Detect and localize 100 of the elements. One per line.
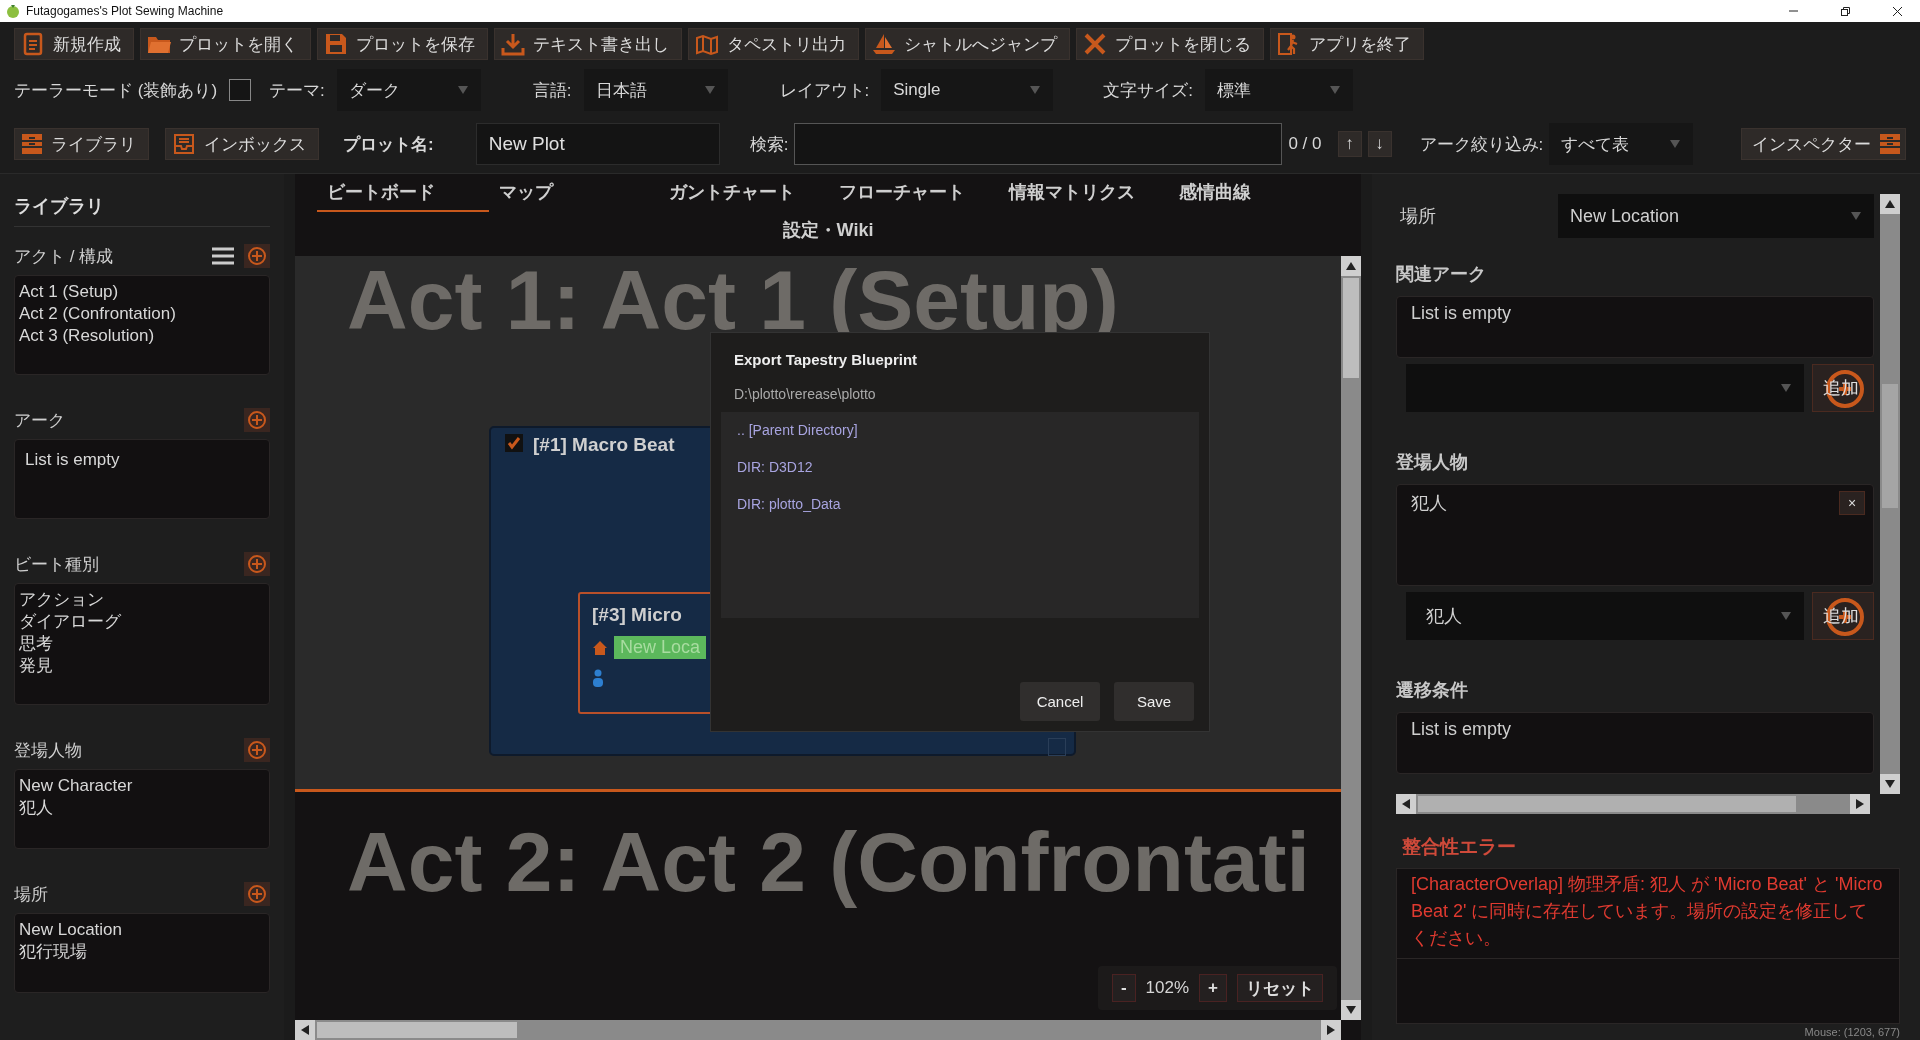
tab[interactable]: 感情曲線 [1169, 174, 1339, 212]
search-field[interactable] [794, 123, 1283, 165]
arrow-left-icon[interactable] [1402, 799, 1410, 809]
remove-button[interactable]: × [1839, 491, 1865, 515]
close-icon[interactable] [1891, 5, 1903, 17]
dropdown[interactable]: ダーク [336, 69, 481, 111]
section-label: 場所 [14, 883, 49, 906]
tab[interactable]: ガントチャート [659, 174, 829, 212]
zoom-in-button[interactable]: + [1199, 974, 1227, 1002]
list-item[interactable]: New Location [19, 919, 122, 941]
list-item[interactable]: Act 2 (Confrontation) [19, 303, 176, 325]
list-item[interactable]: Act 1 (Setup) [19, 281, 119, 303]
tab[interactable]: ビートボード [317, 174, 489, 212]
tab[interactable]: マップ [489, 174, 659, 212]
dropdown[interactable]: Single [881, 69, 1054, 111]
arc-filter-dropdown[interactable]: すべて表 [1549, 123, 1694, 165]
location-dropdown[interactable]: New Location [1558, 194, 1874, 238]
vertical-scrollbar[interactable] [1341, 256, 1361, 1020]
beat-title: [#1] Macro Beat [533, 434, 675, 456]
arrow-down-icon[interactable] [1885, 780, 1895, 788]
house-icon [592, 639, 608, 656]
map-icon [695, 32, 719, 56]
add-icon[interactable] [244, 408, 270, 432]
resize-handle[interactable] [1048, 738, 1066, 756]
list-item[interactable]: 思考 [19, 633, 53, 655]
toolbar-button[interactable]: シャトルへジャンプ [865, 28, 1070, 60]
zoom-out-button[interactable]: - [1111, 974, 1136, 1002]
toolbar-button[interactable]: テキスト書き出し [494, 28, 682, 60]
add-icon[interactable] [244, 738, 270, 762]
arrow-left-icon[interactable] [301, 1025, 309, 1035]
section-label: ビート種別 [14, 553, 100, 576]
horizontal-scrollbar[interactable] [1396, 794, 1870, 814]
scrollbar-thumb[interactable] [1343, 278, 1359, 378]
download-icon [501, 32, 525, 56]
toolbar-button[interactable]: アプリを終了 [1270, 28, 1424, 60]
section-heading: 登場人物 [1396, 451, 1469, 474]
menu-button[interactable] [210, 245, 236, 267]
toolbar-button[interactable]: プロットを保存 [317, 28, 488, 60]
list-item[interactable]: 犯行現場 [19, 941, 87, 963]
file-entry[interactable]: DIR: D3D12 [737, 459, 813, 475]
inbox-button[interactable]: インボックス [165, 128, 319, 160]
tailor-mode-checkbox[interactable] [229, 79, 252, 101]
tab[interactable]: 情報マトリクス [999, 174, 1169, 212]
list-item[interactable]: 発見 [19, 655, 53, 677]
select-label: 言語: [532, 79, 572, 102]
section-label: 登場人物 [14, 739, 83, 762]
vertical-scrollbar[interactable] [1880, 194, 1900, 794]
up-button[interactable]: ↑ [1337, 131, 1362, 157]
scrollbar-thumb[interactable] [1882, 384, 1898, 508]
caret-icon [1329, 85, 1341, 95]
cancel-button[interactable]: Cancel [1020, 682, 1100, 721]
scrollbar-thumb[interactable] [1418, 796, 1796, 812]
save-button[interactable]: Save [1114, 682, 1194, 721]
person-icon [592, 669, 604, 687]
add-icon[interactable] [244, 552, 270, 576]
caret-icon [1029, 85, 1042, 95]
scrollbar-thumb[interactable] [317, 1022, 517, 1038]
list-item[interactable]: New Character [19, 775, 133, 797]
library-button[interactable]: ライブラリ [14, 128, 149, 160]
toolbar-button[interactable]: 新規作成 [14, 28, 134, 60]
folder-path: D:\plotto\rerease\plotto [734, 386, 877, 402]
arrow-down-icon[interactable] [1346, 1006, 1356, 1014]
tab[interactable]: フローチャート [829, 174, 999, 212]
beat-checkbox[interactable] [505, 434, 523, 452]
list-item[interactable]: Act 3 (Resolution) [19, 325, 155, 347]
arrow-up-icon[interactable] [1885, 200, 1895, 208]
list-item[interactable]: 犯人 [1411, 493, 1447, 513]
mouse-position: Mouse: (1203, 677) [1804, 1026, 1900, 1038]
arrow-up-icon[interactable] [1346, 262, 1356, 270]
toolbar-button[interactable]: プロットを閉じる [1076, 28, 1264, 60]
toolbar-button[interactable]: タペストリ出力 [688, 28, 859, 60]
add-icon[interactable] [244, 244, 270, 268]
arrow-right-icon[interactable] [1856, 799, 1864, 809]
drawer-icon [21, 132, 43, 156]
down-button[interactable]: ↓ [1367, 131, 1392, 157]
horizontal-scrollbar[interactable] [295, 1020, 1341, 1040]
list-item[interactable]: アクション [19, 589, 104, 611]
toolbar-button[interactable]: プロットを開く [140, 28, 311, 60]
empty-list-text: List is empty [24, 449, 121, 471]
reset-button[interactable]: リセット [1237, 974, 1323, 1002]
arrow-right-icon[interactable] [1327, 1025, 1335, 1035]
plot-name-field[interactable]: New Plot [475, 123, 720, 165]
zoom-level: 102% [1145, 978, 1190, 998]
dropdown[interactable]: 日本語 [583, 69, 728, 111]
menu-icon [210, 245, 236, 267]
drawer-icon [1879, 132, 1901, 156]
tab[interactable]: 設定・Wiki [743, 212, 913, 250]
beat-title: [#3] Micro [592, 604, 683, 626]
add-icon[interactable] [244, 882, 270, 906]
file-entry[interactable]: .. [Parent Directory] [737, 422, 858, 438]
select-label: 文字サイズ: [1103, 79, 1193, 102]
tailor-mode-label: テーラーモード (装飾あり) [14, 79, 218, 102]
list-item[interactable]: 犯人 [19, 797, 53, 819]
file-entry[interactable]: DIR: plotto_Data [737, 496, 841, 512]
dropdown[interactable]: 標準 [1205, 69, 1353, 111]
restore-icon[interactable] [1839, 5, 1851, 17]
list-item[interactable]: ダイアローグ [19, 611, 121, 633]
inspector-button[interactable]: インスペクター [1741, 128, 1906, 160]
check-icon [507, 436, 521, 450]
dropdown[interactable]: 犯人 [1406, 592, 1804, 640]
